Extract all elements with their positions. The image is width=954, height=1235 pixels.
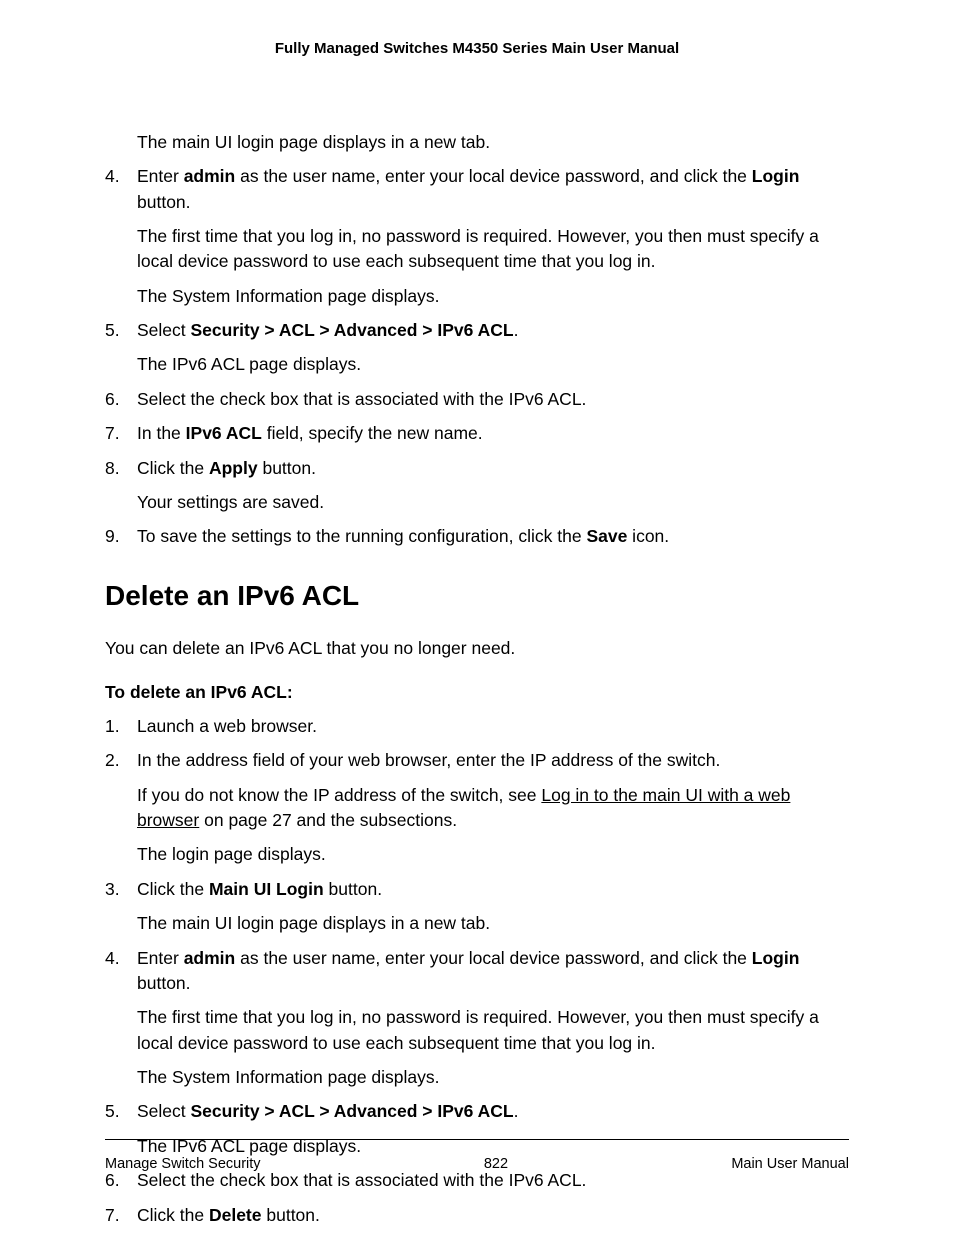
bold-text: admin bbox=[184, 948, 236, 968]
footer-right: Main User Manual bbox=[731, 1154, 849, 1175]
step-8: 8. Click the Apply button. Your settings… bbox=[105, 456, 849, 516]
footer-divider bbox=[105, 1139, 849, 1140]
body-text: To save the settings to the running conf… bbox=[137, 524, 849, 549]
body-text: Your settings are saved. bbox=[137, 490, 849, 515]
body-text: The login page displays. bbox=[137, 842, 849, 867]
body-text: Enter admin as the user name, enter your… bbox=[137, 946, 849, 997]
body-text: The main UI login page displays in a new… bbox=[137, 911, 849, 936]
body-text: Select the check box that is associated … bbox=[137, 387, 849, 412]
procedure-heading: To delete an IPv6 ACL: bbox=[105, 680, 849, 705]
step-7: 7. Click the Delete button. bbox=[105, 1203, 849, 1228]
step-9: 9. To save the settings to the running c… bbox=[105, 524, 849, 549]
body-text: In the address field of your web browser… bbox=[137, 748, 849, 773]
bold-text: Apply bbox=[209, 458, 258, 478]
body-text: The System Information page displays. bbox=[137, 284, 849, 309]
step-number: 5. bbox=[105, 318, 120, 343]
step-number: 6. bbox=[105, 387, 120, 412]
step-5: 5. Select Security > ACL > Advanced > IP… bbox=[105, 318, 849, 378]
step-1: 1. Launch a web browser. bbox=[105, 714, 849, 739]
body-text: The System Information page displays. bbox=[137, 1065, 849, 1090]
body-text: The first time that you log in, no passw… bbox=[137, 1005, 849, 1056]
body-text: The first time that you log in, no passw… bbox=[137, 224, 849, 275]
body-text: Launch a web browser. bbox=[137, 714, 849, 739]
step-number: 3. bbox=[105, 877, 120, 902]
step-number: 5. bbox=[105, 1099, 120, 1124]
body-text: The main UI login page displays in a new… bbox=[137, 130, 849, 155]
step-number: 9. bbox=[105, 524, 120, 549]
body-text: You can delete an IPv6 ACL that you no l… bbox=[105, 636, 849, 661]
bold-text: admin bbox=[184, 166, 236, 186]
body-text: Click the Delete button. bbox=[137, 1203, 849, 1228]
bold-text: IPv6 ACL bbox=[186, 423, 262, 443]
step-number: 7. bbox=[105, 1203, 120, 1228]
footer-page-number: 822 bbox=[484, 1154, 508, 1175]
footer-left: Manage Switch Security bbox=[105, 1154, 261, 1175]
page-footer: Manage Switch Security 822 Main User Man… bbox=[105, 1139, 849, 1175]
body-text: In the IPv6 ACL field, specify the new n… bbox=[137, 421, 849, 446]
step-number: 1. bbox=[105, 714, 120, 739]
body-text: Click the Apply button. bbox=[137, 456, 849, 481]
step-number: 8. bbox=[105, 456, 120, 481]
bold-text: Security > ACL > Advanced > IPv6 ACL bbox=[191, 1101, 514, 1121]
step-2: 2. In the address field of your web brow… bbox=[105, 748, 849, 868]
step-number: 4. bbox=[105, 946, 120, 971]
step-4: 4. Enter admin as the user name, enter y… bbox=[105, 164, 849, 309]
bold-text: Main UI Login bbox=[209, 879, 324, 899]
step-number: 4. bbox=[105, 164, 120, 189]
section-heading: Delete an IPv6 ACL bbox=[105, 576, 849, 617]
bold-text: Login bbox=[752, 948, 800, 968]
bold-text: Login bbox=[752, 166, 800, 186]
bold-text: Delete bbox=[209, 1205, 262, 1225]
step-3-continuation: The main UI login page displays in a new… bbox=[105, 130, 849, 155]
step-4: 4. Enter admin as the user name, enter y… bbox=[105, 946, 849, 1091]
body-text: Select Security > ACL > Advanced > IPv6 … bbox=[137, 318, 849, 343]
body-text: Select Security > ACL > Advanced > IPv6 … bbox=[137, 1099, 849, 1124]
bold-text: Save bbox=[586, 526, 627, 546]
bold-text: Security > ACL > Advanced > IPv6 ACL bbox=[191, 320, 514, 340]
step-number: 7. bbox=[105, 421, 120, 446]
top-step-list: The main UI login page displays in a new… bbox=[105, 130, 849, 550]
page-content: The main UI login page displays in a new… bbox=[105, 130, 849, 1228]
step-6: 6. Select the check box that is associat… bbox=[105, 387, 849, 412]
step-3: 3. Click the Main UI Login button. The m… bbox=[105, 877, 849, 937]
step-number: 2. bbox=[105, 748, 120, 773]
body-text: The IPv6 ACL page displays. bbox=[137, 352, 849, 377]
body-text: Enter admin as the user name, enter your… bbox=[137, 164, 849, 215]
body-text: If you do not know the IP address of the… bbox=[137, 783, 849, 834]
step-7: 7. In the IPv6 ACL field, specify the ne… bbox=[105, 421, 849, 446]
page-header: Fully Managed Switches M4350 Series Main… bbox=[105, 38, 849, 60]
body-text: Click the Main UI Login button. bbox=[137, 877, 849, 902]
